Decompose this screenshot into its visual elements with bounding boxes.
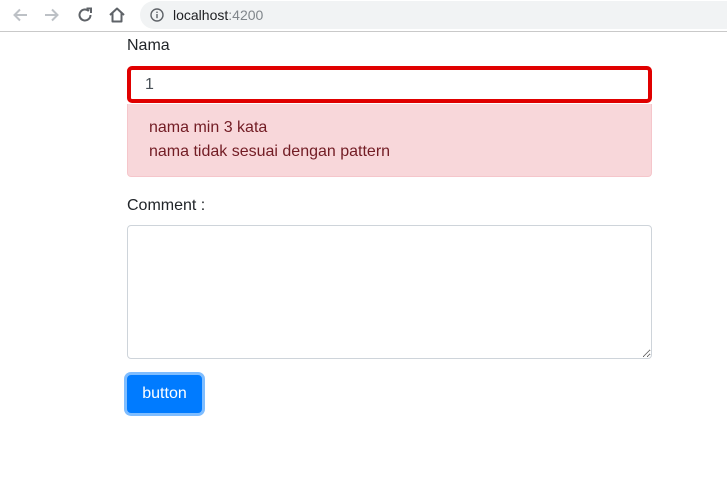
forward-arrow-icon[interactable]	[42, 5, 62, 25]
info-icon[interactable]	[150, 8, 164, 22]
comment-textarea[interactable]	[127, 225, 652, 359]
url-host: localhost	[173, 7, 229, 23]
comment-label: Comment :	[127, 197, 206, 214]
address-bar[interactable]: localhost:4200	[140, 1, 727, 29]
submit-button[interactable]: button	[127, 375, 202, 413]
url-text: localhost:4200	[173, 7, 263, 23]
error-message-pattern: nama tidak sesuai dengan pattern	[149, 143, 391, 160]
reload-icon[interactable]	[75, 5, 95, 25]
home-icon[interactable]	[107, 5, 127, 25]
error-message-min-length: nama min 3 kata	[149, 119, 268, 136]
validation-error-alert: nama min 3 kata nama tidak sesuai dengan…	[127, 104, 652, 177]
browser-toolbar: localhost:4200	[0, 0, 727, 32]
nama-input[interactable]	[127, 66, 652, 103]
back-arrow-icon[interactable]	[10, 5, 30, 25]
nama-label: Nama	[127, 37, 170, 54]
url-port: :4200	[228, 7, 264, 23]
